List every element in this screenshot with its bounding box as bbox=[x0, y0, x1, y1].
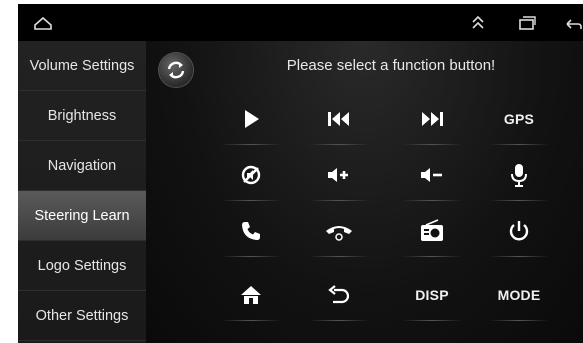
next-track-icon bbox=[422, 112, 443, 126]
sidebar-item-label: Steering Learn bbox=[34, 207, 130, 224]
sidebar-item-label: Logo Settings bbox=[37, 257, 127, 274]
play-icon bbox=[245, 110, 259, 128]
settings-sidebar: Volume Settings Brightness Navigation St… bbox=[18, 41, 146, 343]
sidebar-item-volume-settings[interactable]: Volume Settings bbox=[18, 41, 146, 91]
previous-track-button[interactable] bbox=[291, 97, 387, 145]
volume-down-icon bbox=[421, 168, 442, 182]
volume-down-button[interactable] bbox=[384, 153, 480, 201]
volume-up-icon bbox=[328, 168, 348, 182]
instruction-text: Please select a function button! bbox=[286, 57, 496, 74]
home-outline-icon[interactable] bbox=[32, 12, 54, 34]
sidebar-item-other-settings[interactable]: Other Settings bbox=[18, 291, 146, 341]
steering-learn-panel: Please select a function button! GPS DIS… bbox=[146, 41, 583, 343]
refresh-icon bbox=[167, 61, 185, 79]
gps-label: GPS bbox=[503, 111, 535, 127]
refresh-button[interactable] bbox=[159, 53, 193, 87]
home-icon bbox=[241, 286, 261, 304]
voice-button[interactable] bbox=[471, 153, 567, 201]
sidebar-item-label: Other Settings bbox=[35, 307, 129, 324]
sidebar-item-steering-learn[interactable]: Steering Learn bbox=[18, 191, 146, 241]
home-button[interactable] bbox=[203, 273, 299, 321]
recent-apps-icon[interactable] bbox=[516, 12, 538, 34]
phone-hangup-icon bbox=[326, 226, 352, 241]
mode-button[interactable]: MODE bbox=[471, 273, 567, 321]
back-arrow-icon[interactable] bbox=[561, 12, 583, 34]
sidebar-item-navigation[interactable]: Navigation bbox=[18, 141, 146, 191]
mute-icon bbox=[241, 165, 261, 185]
radio-icon bbox=[421, 219, 443, 241]
disp-button[interactable]: DISP bbox=[384, 273, 480, 321]
power-icon bbox=[509, 221, 529, 241]
radio-button[interactable] bbox=[384, 209, 480, 257]
volume-up-button[interactable] bbox=[291, 153, 387, 201]
disp-label: DISP bbox=[415, 287, 449, 303]
sidebar-item-label: Volume Settings bbox=[29, 57, 135, 74]
return-button[interactable] bbox=[291, 273, 387, 321]
phone-answer-button[interactable] bbox=[203, 209, 299, 257]
sidebar-item-logo-settings[interactable]: Logo Settings bbox=[18, 241, 146, 291]
mode-label: MODE bbox=[497, 287, 541, 303]
phone-answer-icon bbox=[242, 222, 260, 240]
sidebar-item-label: Brightness bbox=[47, 107, 117, 124]
next-track-button[interactable] bbox=[384, 97, 480, 145]
microphone-icon bbox=[511, 164, 527, 187]
system-bar bbox=[18, 4, 583, 41]
sidebar-item-brightness[interactable]: Brightness bbox=[18, 91, 146, 141]
mute-button[interactable] bbox=[203, 153, 299, 201]
chevron-double-up-icon[interactable] bbox=[467, 12, 489, 34]
power-button[interactable] bbox=[471, 209, 567, 257]
phone-hangup-button[interactable] bbox=[291, 209, 387, 257]
previous-track-icon bbox=[328, 112, 349, 126]
head-unit-screen: Volume Settings Brightness Navigation St… bbox=[18, 4, 583, 343]
return-icon bbox=[328, 285, 350, 304]
gps-button[interactable]: GPS bbox=[471, 97, 567, 145]
sidebar-item-label: Navigation bbox=[47, 157, 117, 174]
play-button[interactable] bbox=[203, 97, 299, 145]
